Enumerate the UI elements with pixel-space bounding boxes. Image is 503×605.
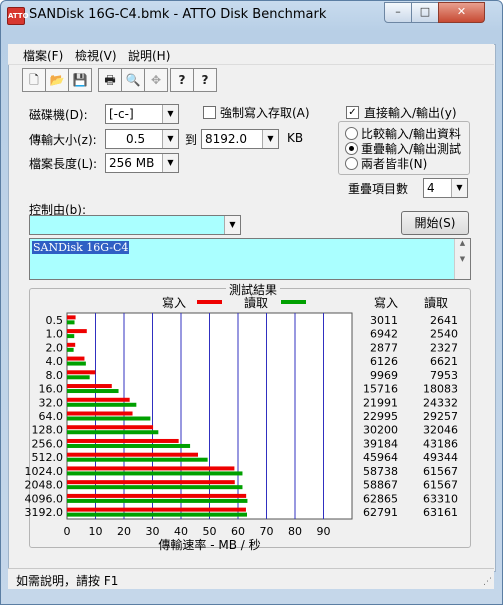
app-icon[interactable]: ATTO xyxy=(7,7,29,25)
menu-view[interactable]: 檢視(V) xyxy=(75,47,117,64)
description-scrollbar[interactable]: ▲ ▼ xyxy=(454,239,470,279)
drive-label: 磁碟機(D): xyxy=(29,108,88,122)
chevron-down-icon[interactable]: ▼ xyxy=(162,130,178,148)
transfer-from-value: 0.5 xyxy=(126,132,146,146)
test-results-group: 測試結果 xyxy=(29,281,471,548)
transfer-from-select[interactable]: 0.5 ▼ xyxy=(105,129,179,149)
to-label: 到 xyxy=(185,133,198,147)
move-icon[interactable]: ✥ xyxy=(144,68,168,92)
help-icon[interactable]: ? xyxy=(170,68,194,92)
neither-label[interactable]: 兩者皆非(N) xyxy=(361,155,427,172)
menu-bar: 檔案(F) 檢視(V) 說明(H) xyxy=(8,44,494,65)
title-bar[interactable]: ATTO SANDisk 16G-C4.bmk - ATTO Disk Benc… xyxy=(1,1,502,31)
close-button[interactable]: ✕ xyxy=(438,2,485,23)
file-length-value: 256 MB xyxy=(109,156,155,170)
drive-select[interactable]: [-c-] ▼ xyxy=(105,104,179,124)
print-icon[interactable]: 🖶 xyxy=(98,68,122,92)
transfer-size-label: 傳輸大小(z): xyxy=(29,133,97,147)
drive-value: [-c-] xyxy=(109,107,134,121)
force-write-label[interactable]: 強制寫入存取(A) xyxy=(220,104,310,121)
resize-grip-icon[interactable]: ⋰ xyxy=(483,577,492,587)
open-folder-icon[interactable]: 📂 xyxy=(45,68,69,92)
menu-help[interactable]: 說明(H) xyxy=(128,47,170,64)
unit-label: KB xyxy=(287,131,304,145)
chevron-down-icon[interactable]: ▼ xyxy=(224,216,240,234)
description-field[interactable]: SANDisk 16G-C4 ▲ ▼ xyxy=(29,238,471,280)
chevron-down-icon[interactable]: ▼ xyxy=(262,130,278,148)
force-write-checkbox[interactable] xyxy=(203,106,216,119)
queue-depth-label: 重疊項目數 xyxy=(348,182,409,196)
file-length-label: 檔案長度(L): xyxy=(29,157,98,171)
status-bar: 如需說明，請按 F1 ⋰ xyxy=(8,568,494,589)
file-length-select[interactable]: 256 MB ▼ xyxy=(105,153,179,173)
status-text: 如需說明，請按 F1 xyxy=(16,574,119,588)
context-help-icon[interactable]: ? xyxy=(193,68,217,92)
minimize-button[interactable]: – xyxy=(384,2,412,23)
save-icon[interactable]: 💾 xyxy=(68,68,92,92)
print-preview-icon[interactable]: 🔍 xyxy=(121,68,145,92)
controlled-by-select[interactable]: ▼ xyxy=(29,215,241,235)
start-button[interactable]: 開始(S) xyxy=(401,211,469,235)
results-title: 測試結果 xyxy=(226,281,281,298)
direct-io-checkbox[interactable]: ✓ xyxy=(346,106,359,119)
direct-io-label[interactable]: 直接輸入/輸出(y) xyxy=(364,104,457,121)
radio-dot xyxy=(349,146,354,151)
transfer-to-select[interactable]: 8192.0 ▼ xyxy=(201,129,279,149)
radio-overlapped-io[interactable] xyxy=(345,142,358,155)
queue-depth-select[interactable]: 4 ▼ xyxy=(423,178,468,198)
chevron-down-icon[interactable]: ▼ xyxy=(162,154,178,172)
radio-compare-io[interactable] xyxy=(345,127,358,140)
description-text[interactable]: SANDisk 16G-C4 xyxy=(32,241,130,254)
menu-file[interactable]: 檔案(F) xyxy=(23,47,63,64)
chevron-down-icon[interactable]: ▼ xyxy=(162,105,178,123)
queue-depth-value: 4 xyxy=(427,181,435,195)
new-file-icon[interactable]: 🗋 xyxy=(22,68,46,92)
chevron-down-icon[interactable]: ▼ xyxy=(451,179,467,197)
transfer-to-value: 8192.0 xyxy=(205,132,247,146)
window-title: SANDisk 16G-C4.bmk - ATTO Disk Benchmark xyxy=(29,7,327,22)
radio-neither[interactable] xyxy=(345,157,358,170)
maximize-button[interactable]: □ xyxy=(411,2,439,23)
